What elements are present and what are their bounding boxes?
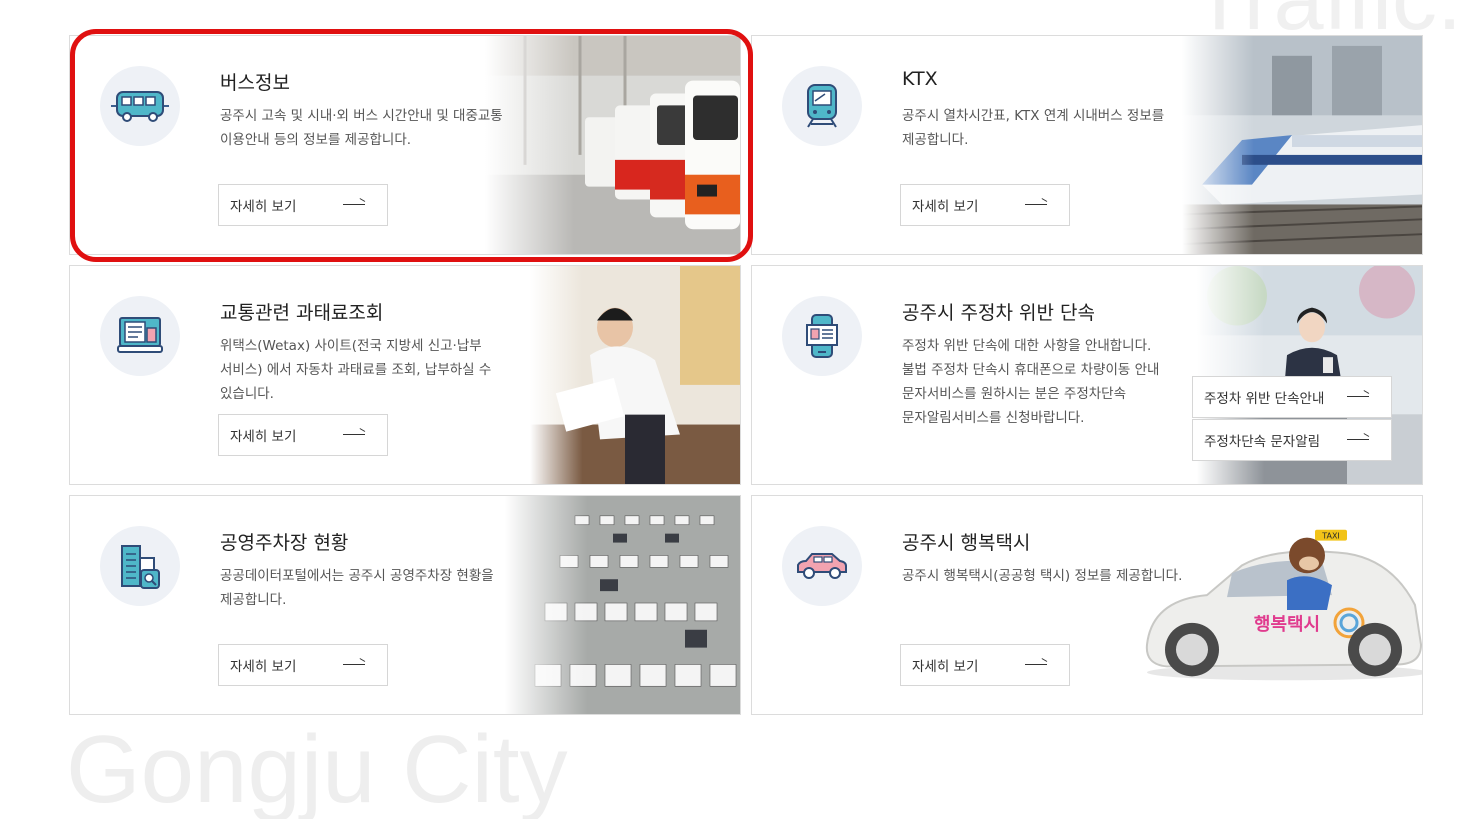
svg-text:행복택시: 행복택시 [1254, 614, 1320, 635]
mobile-icon-circle [782, 296, 862, 376]
card-public-parking: 공영주차장 현황 공공데이터포털에서는 공주시 공영주차장 현황을 제공합니다.… [69, 495, 741, 715]
bus-icon [111, 91, 169, 122]
card-parking-enforcement: 공주시 주정차 위반 단속 주정차 위반 단속에 대한 사항을 안내합니다. 불… [751, 265, 1423, 485]
card-bus-info: 버스정보 공주시 고속 및 시내·외 버스 시간안내 및 대중교통 이용안내 등… [69, 35, 741, 255]
computer-icon-circle [100, 296, 180, 376]
background-watermark-bottom: Gongju City [66, 716, 568, 819]
card-ktx: KTX 공주시 열차시간표, KTX 연계 시내버스 정보를 제공합니다. 자세… [751, 35, 1423, 255]
card-description: 공주시 열차시간표, KTX 연계 시내버스 정보를 제공합니다. [902, 108, 1165, 148]
card-title: 공영주차장 현황 [220, 532, 349, 554]
arrow-right-icon [1025, 664, 1047, 665]
traffic-fine-more-button[interactable]: 자세히 보기 [218, 414, 388, 456]
ktx-train-photo [1182, 36, 1422, 254]
building-icon-circle [100, 526, 180, 606]
public-parking-more-button[interactable]: 자세히 보기 [218, 644, 388, 686]
card-happy-taxi: TAXI 행복택시 공주시 행복택시 공주시 행복택시(공공형 택시) 정보를 … [751, 495, 1423, 715]
mobile-notice-icon [806, 314, 838, 358]
card-traffic-fine-lookup: 교통관련 과태료조회 위택스(Wetax) 사이트(전국 지방세 신고·납부 서… [69, 265, 741, 485]
parking-enforcement-guide-button[interactable]: 주정차 위반 단속안내 [1192, 376, 1392, 418]
bus-info-more-button[interactable]: 자세히 보기 [218, 184, 388, 226]
card-description: 공주시 고속 및 시내·외 버스 시간안내 및 대중교통 이용안내 등의 정보를… [220, 108, 503, 148]
card-title: 공주시 주정차 위반 단속 [902, 302, 1095, 324]
card-title: KTX [902, 68, 938, 90]
man-reading-photo [530, 266, 740, 484]
happy-taxi-illustration: TAXI 행복택시 [1137, 496, 1422, 714]
car-icon [797, 553, 847, 579]
card-title: 공주시 행복택시 [902, 532, 1031, 554]
ktx-more-button[interactable]: 자세히 보기 [900, 184, 1070, 226]
arrow-right-icon [343, 664, 365, 665]
computer-checklist-icon [117, 317, 163, 353]
card-title: 버스정보 [220, 72, 290, 94]
happy-taxi-more-button[interactable]: 자세히 보기 [900, 644, 1070, 686]
card-description: 공주시 행복택시(공공형 택시) 정보를 제공합니다. [902, 568, 1183, 584]
arrow-right-icon [1347, 439, 1369, 440]
parking-lot-photo [505, 496, 740, 714]
arrow-right-icon [343, 204, 365, 205]
building-search-icon [121, 545, 160, 589]
train-icon-circle [782, 66, 862, 146]
arrow-right-icon [343, 434, 365, 435]
arrow-right-icon [1347, 396, 1369, 397]
card-title: 교통관련 과태료조회 [220, 302, 384, 324]
bus-icon-circle [100, 66, 180, 146]
car-icon-circle [782, 526, 862, 606]
card-description: 위택스(Wetax) 사이트(전국 지방세 신고·납부 서비스) 에서 자동차 … [220, 338, 492, 402]
card-description: 주정차 위반 단속에 대한 사항을 안내합니다. 불법 주정차 단속시 휴대폰으… [902, 338, 1160, 426]
svg-text:TAXI: TAXI [1321, 532, 1340, 541]
parking-sms-alert-button[interactable]: 주정차단속 문자알림 [1192, 419, 1392, 461]
train-icon [807, 84, 837, 128]
card-description: 공공데이터포털에서는 공주시 공영주차장 현황을 제공합니다. [220, 568, 494, 608]
arrow-right-icon [1025, 204, 1047, 205]
